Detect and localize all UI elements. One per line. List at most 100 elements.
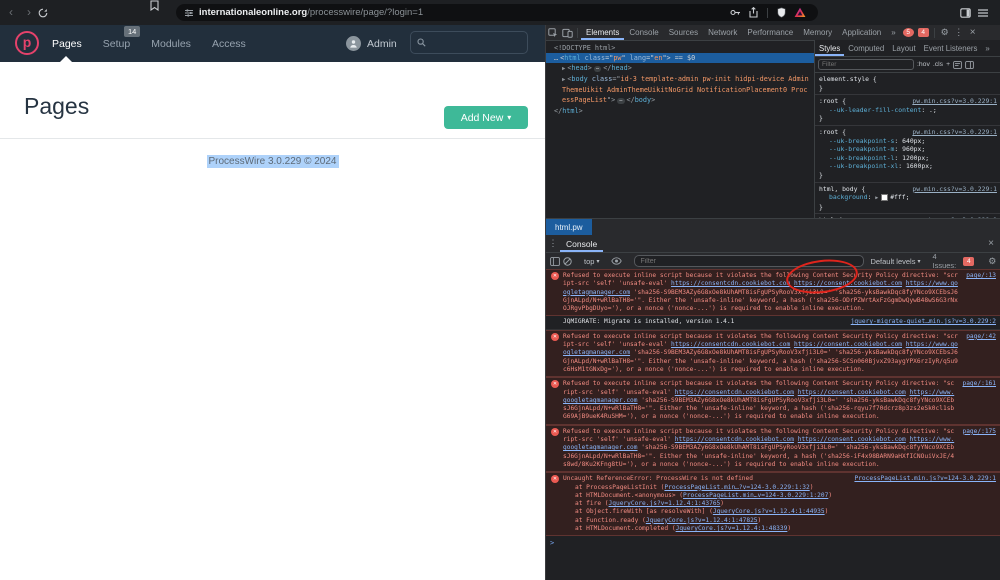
dom-tree-node[interactable]: <!DOCTYPE html>: [546, 43, 814, 53]
nav-item-access[interactable]: Access: [212, 38, 246, 50]
message-source-link[interactable]: jquery-migrate-quiet…min.js?v=3.0.229:2: [851, 318, 996, 326]
expand-arrow-icon[interactable]: ▶: [562, 66, 565, 72]
menu-icon[interactable]: [978, 8, 996, 17]
dom-tree-node[interactable]: </html>: [546, 106, 814, 116]
devtools-tab-memory[interactable]: Memory: [798, 25, 837, 40]
nav-item-setup[interactable]: Setup: [103, 38, 130, 50]
devtools-settings-icon[interactable]: ⚙: [938, 26, 952, 39]
stack-frame-link[interactable]: JqueryCore.js?v=1.12.4:1:48339: [676, 525, 788, 532]
console-message-link[interactable]: https://consentcdn.cookiebot.com: [671, 341, 790, 348]
stack-frame-link[interactable]: ProcessPageList.min…v=124-3.0.229:1:207: [683, 492, 828, 499]
console-error-badge[interactable]: 5: [902, 28, 914, 37]
console-message-link[interactable]: https://consent.cookiebot.com: [798, 389, 906, 396]
processwire-logo-icon[interactable]: p: [15, 31, 39, 55]
device-toolbar-icon[interactable]: [560, 26, 574, 39]
styles-tab-event-listeners[interactable]: Event Listeners: [920, 40, 982, 56]
admin-search[interactable]: [410, 31, 528, 54]
stylesheet-link[interactable]: pw.min.css?v=3.0.229:1: [912, 185, 997, 194]
url-bar[interactable]: internationaleonline.org/processwire/pag…: [176, 4, 818, 21]
style-rule[interactable]: :root {pw.min.css?v=3.0.229:1 --uk-breakp…: [815, 126, 1000, 183]
pseudo-state-toggle[interactable]: :hov: [917, 61, 930, 68]
style-property[interactable]: --uk-breakpoint-xl: 1600px;: [819, 162, 997, 171]
devtools-tab-sources[interactable]: Sources: [664, 25, 703, 40]
stack-frame-link[interactable]: JqueryCore.js?v=1.12.4:1:43765: [609, 500, 721, 507]
log-levels-selector[interactable]: Default levels ▾: [870, 257, 920, 266]
search-input[interactable]: [426, 36, 520, 49]
style-property[interactable]: background: ▶ #fff;: [819, 193, 997, 203]
nav-item-pages[interactable]: Pages: [52, 38, 82, 50]
nav-item-modules[interactable]: Modules: [151, 38, 191, 50]
styles-tab-computed[interactable]: Computed: [844, 40, 888, 56]
issues-badge[interactable]: 4: [917, 28, 929, 37]
issues-count-badge[interactable]: 4: [963, 256, 975, 266]
shield-extension-icon[interactable]: [777, 7, 786, 18]
styles-filter-input[interactable]: [818, 59, 914, 70]
styles-tab-layout[interactable]: Layout: [888, 40, 919, 56]
stylesheet-link[interactable]: pw.min.css?v=3.0.229:1: [912, 97, 997, 106]
class-toggle[interactable]: .cls: [933, 61, 943, 68]
devtools-kebab-icon[interactable]: ⋮: [952, 26, 966, 39]
console-settings-icon[interactable]: ⚙: [988, 255, 996, 268]
share-icon[interactable]: [749, 7, 758, 18]
context-selector[interactable]: top ▾: [584, 257, 599, 266]
style-rule[interactable]: element.style {}: [815, 73, 1000, 96]
style-property[interactable]: --uk-breakpoint-l: 1200px;: [819, 154, 997, 163]
message-source-link[interactable]: page/:13: [966, 272, 996, 280]
console-message-link[interactable]: https://consent.cookiebot.com: [798, 436, 906, 443]
computed-sidebar-icon[interactable]: [953, 60, 962, 69]
expand-arrow-icon[interactable]: ▶: [875, 195, 878, 201]
console-message-link[interactable]: https://consentcdn.cookiebot.com: [671, 280, 790, 287]
stack-frame-link[interactable]: JqueryCore.js?v=1.12.4:1:47825: [646, 517, 758, 524]
elements-panel[interactable]: <!DOCTYPE html>… <html class="pw" lang="e…: [546, 40, 814, 218]
devtools-tab-elements[interactable]: Elements: [581, 25, 624, 40]
clear-console-icon[interactable]: [563, 256, 572, 266]
console-sidebar-icon[interactable]: [550, 256, 560, 266]
devtools-tab-application[interactable]: Application: [837, 25, 886, 40]
message-source-link[interactable]: page/:175: [962, 428, 996, 436]
panel-layout-icon[interactable]: [965, 60, 974, 69]
devtools-tab-performance[interactable]: Performance: [742, 25, 798, 40]
console-prompt[interactable]: >: [546, 536, 1000, 550]
user-menu[interactable]: Admin: [346, 25, 397, 62]
dom-tree-node[interactable]: ▶ <body class="id-3 template-admin pw-ini…: [546, 74, 814, 106]
new-style-rule-icon[interactable]: +: [946, 61, 950, 68]
triangle-extension-icon[interactable]: [794, 7, 806, 18]
console-message-link[interactable]: https://consentcdn.cookiebot.com: [675, 436, 794, 443]
color-swatch[interactable]: [881, 193, 889, 201]
more-tabs-icon[interactable]: »: [886, 25, 900, 40]
message-source-link[interactable]: page/:161: [962, 380, 996, 388]
message-source-link[interactable]: page/:42: [966, 333, 996, 341]
site-settings-icon[interactable]: [184, 8, 194, 18]
styles-more-tabs-icon[interactable]: »: [981, 40, 993, 56]
dom-tree-node[interactable]: … <html class="pw" lang="en"> == $0: [546, 53, 814, 63]
style-rule[interactable]: html, body {pw.min.css?v=3.0.229:1 backgr…: [815, 183, 1000, 215]
styles-tab-styles[interactable]: Styles: [815, 40, 844, 56]
back-icon[interactable]: ‹: [2, 0, 20, 25]
style-property[interactable]: --uk-breakpoint-s: 640px;: [819, 137, 997, 146]
reload-icon[interactable]: [38, 8, 56, 18]
forward-icon[interactable]: ›: [20, 0, 38, 25]
stack-frame-link[interactable]: ProcessPageList.min…?v=124-3.0.229:1:32: [664, 484, 809, 491]
sidebar-toggle-icon[interactable]: [960, 7, 978, 18]
console-message-link[interactable]: https://consentcdn.cookiebot.com: [675, 389, 794, 396]
style-property[interactable]: --uk-leader-fill-content: .;: [819, 106, 997, 115]
console-message-link[interactable]: https://consent.cookiebot.com: [794, 341, 902, 348]
add-new-button[interactable]: Add New ▾: [444, 106, 528, 129]
console-message-link[interactable]: https://consent.cookiebot.com: [794, 280, 902, 287]
issues-count-label[interactable]: 4 Issues:: [933, 252, 957, 270]
console-tab[interactable]: Console: [560, 235, 603, 252]
stack-frame-link[interactable]: JqueryCore.js?v=1.12.4:1:44935: [713, 508, 825, 515]
dom-tree-node[interactable]: ▶ <head> ⋯ </head>: [546, 63, 814, 74]
stylesheet-link[interactable]: pw.min.css?v=3.0.229:1: [912, 128, 997, 137]
devtools-tab-network[interactable]: Network: [703, 25, 742, 40]
styles-rules[interactable]: element.style {} :root {pw.min.css?v=3.0.…: [815, 73, 1000, 218]
eye-icon[interactable]: [611, 257, 623, 265]
breadcrumb-html-pw[interactable]: html.pw: [546, 219, 592, 236]
style-property[interactable]: --uk-breakpoint-m: 960px;: [819, 145, 997, 154]
key-icon[interactable]: [730, 8, 741, 17]
inspect-element-icon[interactable]: [546, 26, 560, 39]
expand-arrow-icon[interactable]: ▶: [562, 77, 565, 83]
console-filter-input[interactable]: [634, 255, 865, 267]
devtools-close-icon[interactable]: ×: [966, 26, 980, 39]
bookmark-icon[interactable]: [150, 0, 168, 11]
